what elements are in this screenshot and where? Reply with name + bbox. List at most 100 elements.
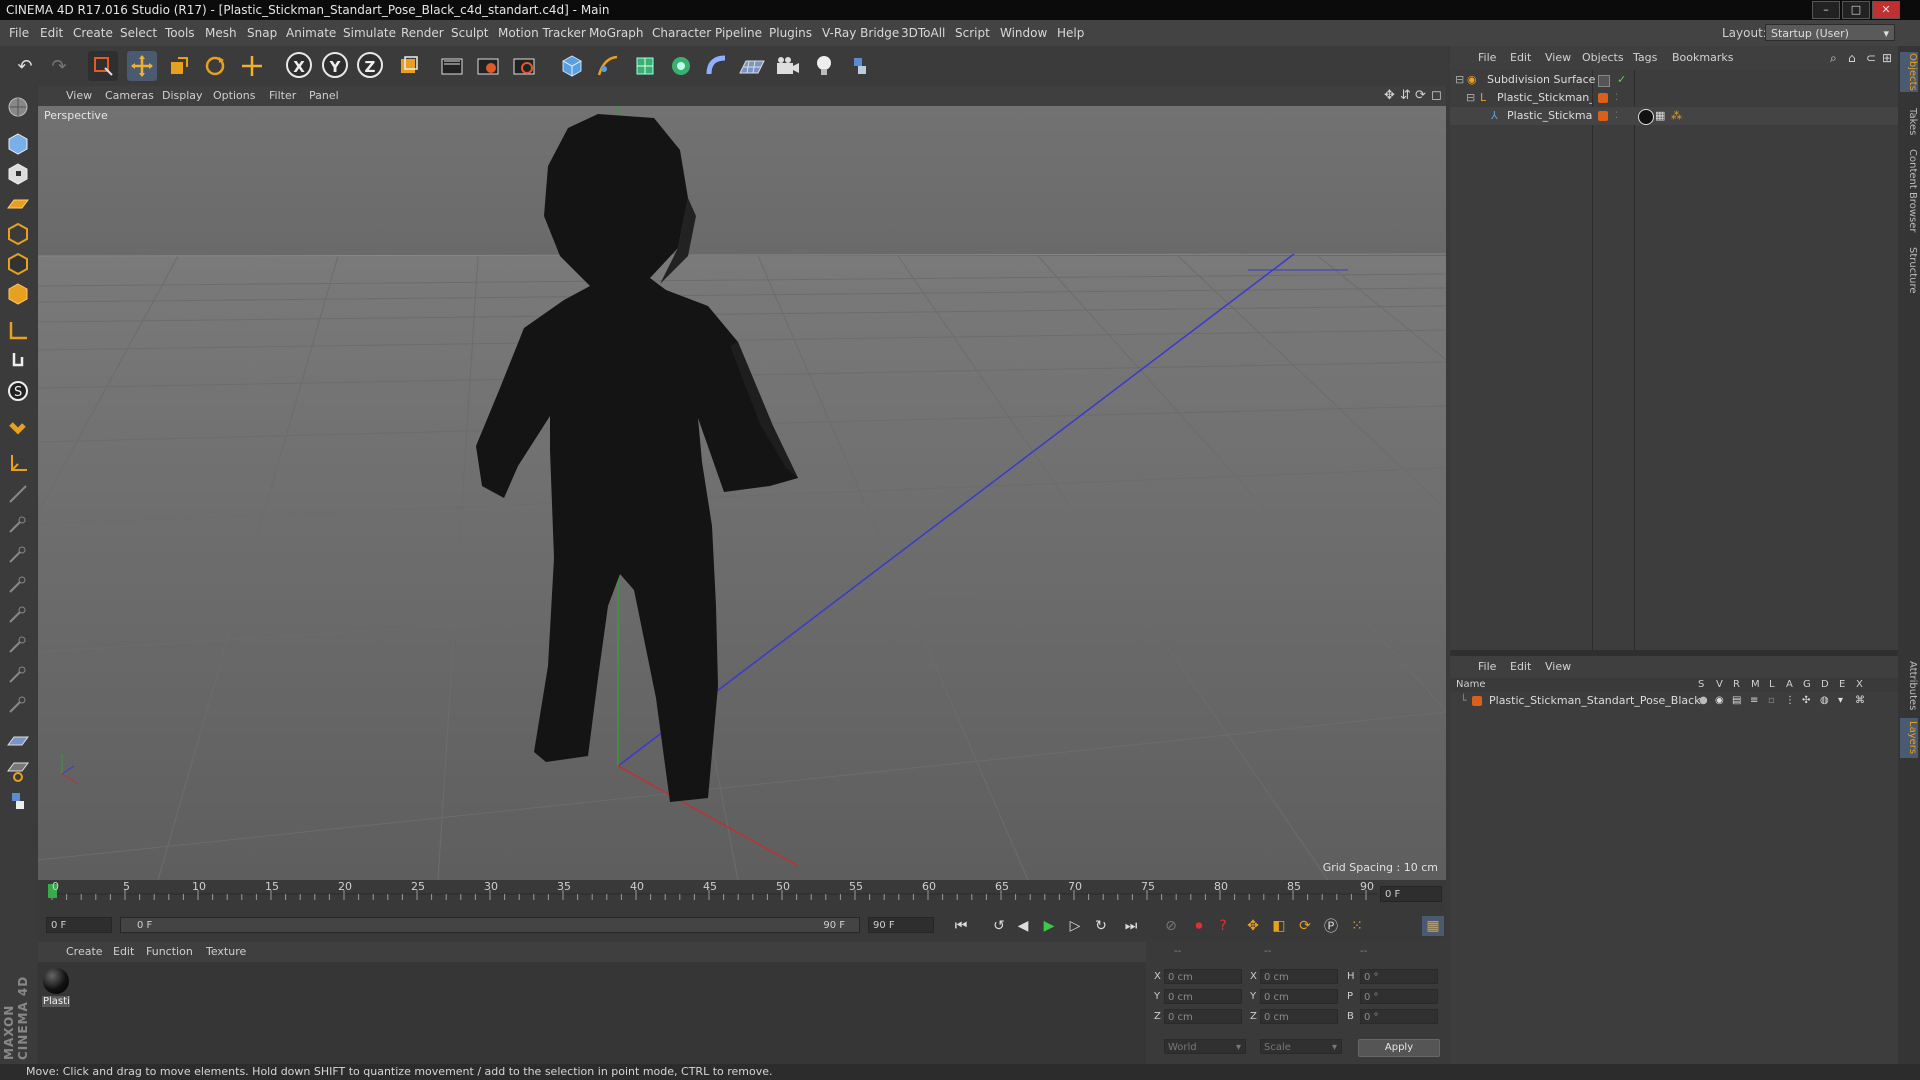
menu-mograph[interactable]: MoGraph: [589, 20, 644, 46]
material-menu-create[interactable]: Create: [66, 942, 103, 962]
menu-character[interactable]: Character: [652, 20, 711, 46]
deformers-toggle-icon[interactable]: ◍: [1820, 692, 1829, 710]
pen-icon[interactable]: [593, 51, 623, 81]
view-toggle-icon[interactable]: ◉: [1715, 692, 1724, 710]
viewport-move-icon[interactable]: ✥: [1384, 86, 1395, 106]
record-keys-icon[interactable]: ⊘: [1160, 916, 1182, 936]
menu-script[interactable]: Script: [955, 20, 990, 46]
lock-toggle-icon[interactable]: ▫: [1768, 692, 1775, 710]
position-y-field[interactable]: 0 cm: [1164, 989, 1242, 1004]
layer-swatch[interactable]: [1598, 75, 1610, 87]
tab-content-browser[interactable]: Content Browser: [1900, 146, 1918, 236]
render-settings-icon[interactable]: [509, 51, 539, 81]
xref-toggle-icon[interactable]: ⌘: [1855, 692, 1865, 710]
cloner-icon[interactable]: [666, 51, 696, 81]
key-position-icon[interactable]: ✥: [1242, 916, 1264, 936]
material-menu-edit[interactable]: Edit: [113, 942, 134, 962]
prev-key-icon[interactable]: ↺: [988, 916, 1010, 936]
key-scale-icon[interactable]: ◧: [1268, 916, 1290, 936]
minimize-button[interactable]: –: [1812, 1, 1840, 19]
material-menu-function[interactable]: Function: [146, 942, 193, 962]
goto-start-icon[interactable]: ⏮: [950, 916, 972, 936]
rotate-icon[interactable]: [200, 51, 230, 81]
viewport-maximize-icon[interactable]: ◻: [1431, 86, 1442, 106]
menu-window[interactable]: Window: [1000, 20, 1047, 46]
object-menu-tags[interactable]: Tags: [1633, 46, 1657, 70]
object-row[interactable]: ⅄ Plastic_Stickman ⁚ ▦ ⁂: [1450, 107, 1898, 125]
texture-tag-icon[interactable]: ▦: [1655, 107, 1665, 125]
move-icon[interactable]: [127, 51, 157, 81]
viewport-menu-cameras[interactable]: Cameras: [105, 86, 154, 106]
visibility-dots-icon[interactable]: ⁚: [1615, 89, 1618, 107]
menu-create[interactable]: Create: [73, 20, 113, 46]
animation-toggle-icon[interactable]: ⋮: [1785, 692, 1795, 710]
apply-button[interactable]: Apply: [1358, 1039, 1440, 1057]
next-frame-icon[interactable]: ▷: [1064, 916, 1086, 936]
layer-swatch[interactable]: [1598, 111, 1608, 121]
grab-brush-icon[interactable]: [3, 569, 33, 599]
make-editable-icon[interactable]: [3, 92, 33, 122]
viewport-zoom-icon[interactable]: ⇵: [1400, 86, 1411, 106]
light-icon[interactable]: [809, 51, 839, 81]
menu-pipeline[interactable]: Pipeline: [715, 20, 762, 46]
key-pla-icon[interactable]: ⁙: [1346, 916, 1368, 936]
range-slider[interactable]: 0 F 90 F: [120, 917, 860, 933]
tweak-icon[interactable]: [3, 346, 33, 376]
coordinate-space-select[interactable]: World ▾: [1164, 1039, 1246, 1054]
layer-menu-view[interactable]: View: [1545, 656, 1571, 678]
menu-vray-bridge[interactable]: V-Ray Bridge: [822, 20, 899, 46]
inflate-brush-icon[interactable]: [3, 599, 33, 629]
model-mode-icon[interactable]: [3, 129, 33, 159]
solo-toggle-icon[interactable]: ●: [1699, 692, 1708, 710]
maximize-button[interactable]: □: [1842, 1, 1870, 19]
viewport-menu-options[interactable]: Options: [213, 86, 255, 106]
size-y-field[interactable]: 0 cm: [1260, 989, 1338, 1004]
size-mode-select[interactable]: Scale ▾: [1260, 1039, 1342, 1054]
timeline-layout-icon[interactable]: ▦: [1422, 916, 1444, 936]
floor-icon[interactable]: [737, 51, 767, 81]
home-icon[interactable]: ⌂: [1848, 46, 1856, 70]
new-panel-icon[interactable]: ⊞: [1882, 46, 1892, 70]
edges-mode-icon[interactable]: [3, 249, 33, 279]
phong-tag-icon[interactable]: ⁂: [1671, 107, 1682, 125]
axis-mode-icon[interactable]: [3, 316, 33, 346]
key-rotation-icon[interactable]: ⟳: [1294, 916, 1316, 936]
pull-brush-icon[interactable]: [3, 539, 33, 569]
prev-frame-icon[interactable]: ◀: [1012, 916, 1034, 936]
key-parameter-icon[interactable]: Ⓟ: [1320, 916, 1342, 936]
layer-color-swatch[interactable]: [1472, 696, 1482, 706]
rotation-p-field[interactable]: 0 °: [1360, 989, 1438, 1004]
close-button[interactable]: ✕: [1872, 1, 1900, 19]
menu-file[interactable]: File: [9, 20, 29, 46]
size-z-field[interactable]: 0 cm: [1260, 1009, 1338, 1024]
autokey-icon[interactable]: ⏺: [1188, 916, 1210, 936]
snap-icon[interactable]: S: [3, 376, 33, 406]
material-tag-icon[interactable]: [1638, 109, 1654, 125]
link-icon[interactable]: ⊂: [1866, 46, 1876, 70]
magnet-icon[interactable]: [3, 413, 33, 443]
rotation-b-field[interactable]: 0 °: [1360, 1009, 1438, 1024]
floor-lock-icon[interactable]: [3, 756, 33, 786]
menu-motion-tracker[interactable]: Motion Tracker: [498, 20, 586, 46]
enabled-check-icon[interactable]: ✓: [1617, 71, 1626, 89]
layer-swatch[interactable]: [1598, 93, 1608, 103]
menu-help[interactable]: Help: [1057, 20, 1084, 46]
flatten-brush-icon[interactable]: [3, 629, 33, 659]
size-x-field[interactable]: 0 cm: [1260, 969, 1338, 984]
y-axis-toggle[interactable]: Y: [322, 52, 348, 78]
last-tool-icon[interactable]: [237, 51, 267, 81]
x-axis-toggle[interactable]: X: [286, 52, 312, 78]
viewport-menu-display[interactable]: Display: [162, 86, 203, 106]
menu-tools[interactable]: Tools: [165, 20, 195, 46]
camera-icon[interactable]: [773, 51, 803, 81]
menu-snap[interactable]: Snap: [247, 20, 277, 46]
viewport-menu-panel[interactable]: Panel: [309, 86, 339, 106]
menu-select[interactable]: Select: [120, 20, 157, 46]
menu-render[interactable]: Render: [401, 20, 444, 46]
layer-menu-edit[interactable]: Edit: [1510, 656, 1531, 678]
object-menu-objects[interactable]: Objects: [1582, 46, 1624, 70]
object-menu-bookmarks[interactable]: Bookmarks: [1672, 46, 1733, 70]
undo-icon[interactable]: ↶: [10, 51, 40, 81]
max-frame-field[interactable]: 90 F: [868, 917, 934, 933]
live-selection-icon[interactable]: [88, 51, 118, 81]
